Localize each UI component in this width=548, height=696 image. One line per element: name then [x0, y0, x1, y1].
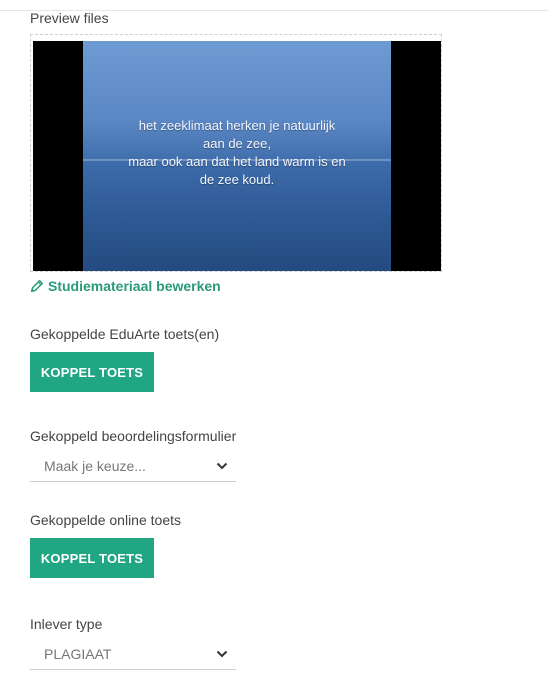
- submit-type-selected: PLAGIAAT: [44, 645, 112, 662]
- assessment-form-selected: Maak je keuze...: [44, 457, 146, 474]
- video-frame: het zeeklimaat herken je natuurlijk aan …: [83, 41, 391, 271]
- submit-type-select[interactable]: PLAGIAAT: [30, 642, 236, 670]
- assessment-form-select[interactable]: Maak je keuze...: [30, 454, 236, 482]
- submit-type-label: Inlever type: [30, 616, 103, 632]
- pencil-icon: [30, 279, 44, 293]
- assessment-form-label: Gekoppeld beoordelingsformulier: [30, 428, 237, 444]
- edit-study-material-link[interactable]: Studiemateriaal bewerken: [30, 278, 221, 294]
- online-test-label: Gekoppelde online toets: [30, 512, 181, 528]
- edit-link-label: Studiemateriaal bewerken: [48, 278, 221, 294]
- link-online-test-button[interactable]: KOPPEL TOETS: [30, 538, 154, 578]
- video-caption: het zeeklimaat herken je natuurlijk aan …: [128, 118, 346, 187]
- eduarte-tests-label: Gekoppelde EduArte toets(en): [30, 326, 220, 342]
- preview-container: het zeeklimaat herken je natuurlijk aan …: [30, 34, 442, 272]
- chevron-down-icon: [216, 650, 228, 657]
- link-eduarte-test-button[interactable]: KOPPEL TOETS: [30, 352, 154, 392]
- chevron-down-icon: [216, 462, 228, 469]
- preview-files-label: Preview files: [30, 10, 109, 26]
- video-preview[interactable]: het zeeklimaat herken je natuurlijk aan …: [33, 41, 441, 271]
